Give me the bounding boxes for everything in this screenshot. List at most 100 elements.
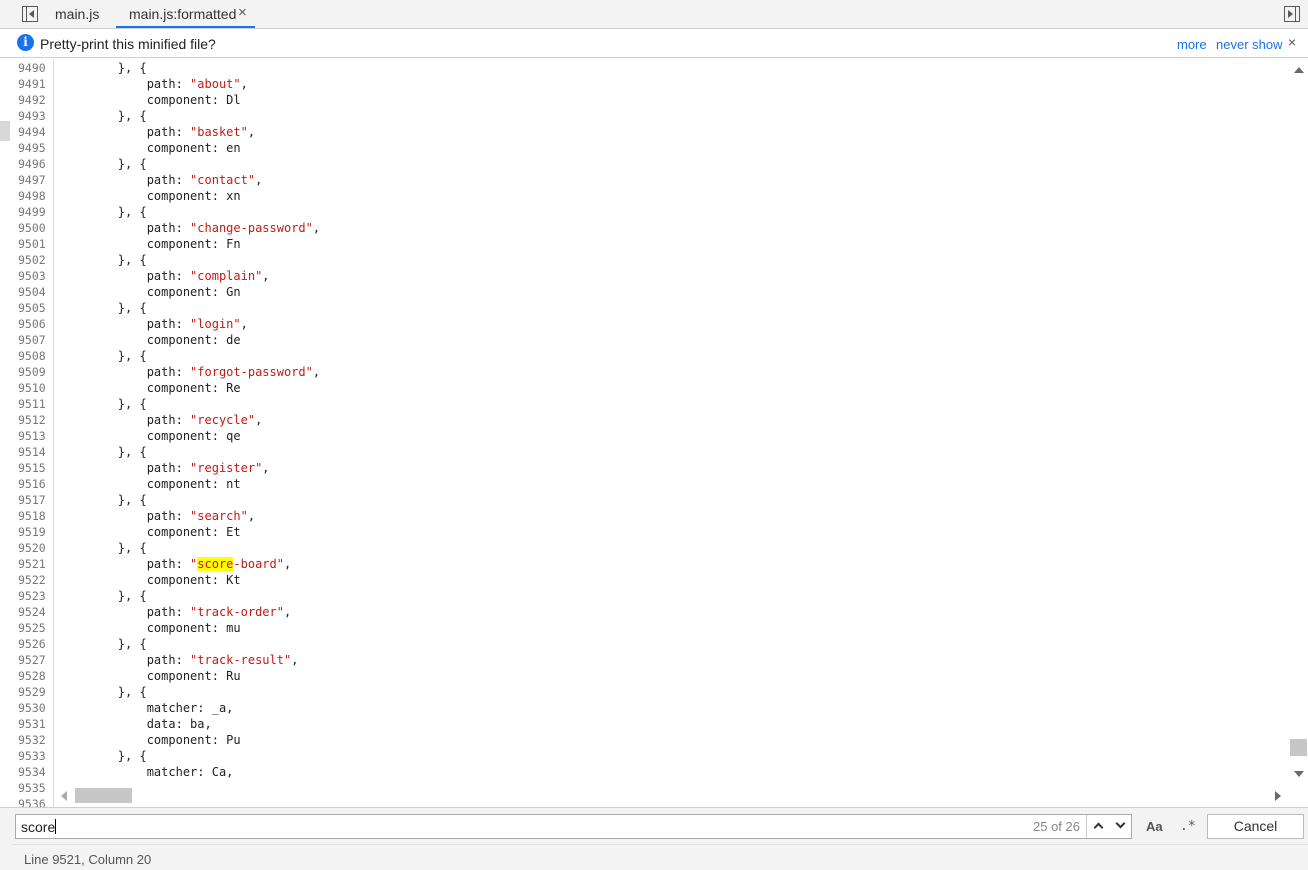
scroll-left-arrow-icon[interactable] (61, 791, 67, 801)
next-match-button[interactable] (1110, 815, 1132, 838)
code-token: path: (60, 605, 191, 619)
horizontal-scrollbar[interactable] (55, 786, 1288, 806)
code-token: path: (60, 269, 191, 283)
code-token: component: mu (60, 621, 241, 635)
pretty-print-infobar: i Pretty-print this minified file? more … (0, 29, 1308, 58)
active-tab-indicator (116, 26, 255, 28)
debugger-toggle-icon[interactable] (1284, 6, 1300, 22)
code-line: 9511 }, { (0, 396, 1289, 412)
infobar-never-show-link[interactable]: never show (1216, 37, 1282, 52)
code-token: path: (60, 125, 191, 139)
line-number: 9517 (18, 493, 46, 507)
code-token: }, { (60, 637, 147, 651)
code-line: 9500 path: "change-password", (0, 220, 1289, 236)
code-line: 9494 path: "basket", (0, 124, 1289, 140)
code-line: 9493 }, { (0, 108, 1289, 124)
code-token: component: Fn (60, 237, 241, 251)
code-token: , (255, 173, 263, 187)
code-token: path: (60, 365, 191, 379)
line-code: component: qe (60, 428, 241, 444)
string-token: "track-result" (190, 653, 292, 667)
tab-close-icon[interactable]: × (238, 3, 247, 23)
string-token: "search" (190, 509, 248, 523)
previous-match-button[interactable] (1088, 815, 1110, 838)
scroll-right-arrow-icon[interactable] (1275, 791, 1281, 801)
code-token: , (283, 557, 292, 571)
scroll-down-arrow-icon[interactable] (1294, 771, 1304, 777)
code-editor[interactable]: 9490 }, {9491 path: "about", 9492 compone… (0, 59, 1308, 807)
line-number: 9490 (18, 61, 46, 75)
line-number: 9499 (18, 205, 46, 219)
line-code: path: "track-order", (60, 604, 292, 620)
code-token: }, { (60, 61, 147, 75)
line-code: component: de (60, 332, 241, 348)
search-highlight: score (197, 557, 234, 571)
line-number: 9514 (18, 445, 46, 459)
line-number: 9530 (18, 701, 46, 715)
code-token: }, { (60, 541, 147, 555)
match-case-button[interactable]: Aa (1146, 819, 1163, 834)
line-code: }, { (60, 540, 147, 556)
code-line: 9497 path: "contact", (0, 172, 1289, 188)
infobar-message: Pretty-print this minified file? (40, 36, 216, 52)
line-number: 9503 (18, 269, 46, 283)
infobar-close-icon[interactable]: × (1288, 34, 1296, 50)
search-bar: score 25 of 26 Aa .* Cancel (0, 807, 1308, 844)
line-code: }, { (60, 300, 147, 316)
code-token: }, { (60, 109, 147, 123)
navigator-toggle-icon[interactable] (22, 6, 38, 22)
code-line: 9506 path: "login", (0, 316, 1289, 332)
line-number: 9498 (18, 189, 46, 203)
code-line: 9527 path: "track-result", (0, 652, 1289, 668)
line-code: path: "recycle", (60, 412, 263, 428)
code-token: }, { (60, 157, 147, 171)
line-code: path: "basket", (60, 124, 255, 140)
line-code: path: "score-board", (60, 556, 291, 572)
code-line: 9518 path: "search", (0, 508, 1289, 524)
line-code: path: "search", (60, 508, 255, 524)
search-input[interactable]: score 25 of 26 (15, 814, 1132, 839)
line-number: 9504 (18, 285, 46, 299)
code-token: , (262, 269, 270, 283)
string-token: "basket" (190, 125, 248, 139)
line-code: }, { (60, 684, 147, 700)
code-token: }, { (60, 685, 147, 699)
code-line: 9512 path: "recycle", (0, 412, 1289, 428)
search-query[interactable]: score (21, 819, 57, 835)
code-token: path: (60, 461, 191, 475)
code-token: , (291, 653, 299, 667)
line-number: 9535 (18, 781, 46, 795)
string-token: "contact" (190, 173, 256, 187)
line-code: component: en (60, 140, 241, 156)
horizontal-scroll-thumb[interactable] (75, 788, 132, 803)
regex-button[interactable]: .* (1180, 819, 1196, 834)
code-line: 9520 }, { (0, 540, 1289, 556)
line-number: 9529 (18, 685, 46, 699)
code-line: 9495 component: en (0, 140, 1289, 156)
line-code: data: ba, (60, 716, 212, 732)
code-line: 9531 data: ba, (0, 716, 1289, 732)
code-token: component: Re (60, 381, 241, 395)
infobar-more-link[interactable]: more (1177, 37, 1207, 52)
line-number: 9527 (18, 653, 46, 667)
line-number: 9495 (18, 141, 46, 155)
line-code: path: "complain", (60, 268, 270, 284)
vertical-scroll-thumb[interactable] (1290, 739, 1307, 756)
cancel-search-button[interactable]: Cancel (1207, 814, 1304, 839)
code-line: 9528 component: Ru (0, 668, 1289, 684)
code-token: , (247, 509, 256, 523)
line-number: 9531 (18, 717, 46, 731)
vertical-scrollbar[interactable] (1289, 59, 1308, 786)
line-code: }, { (60, 444, 147, 460)
tab-main-js[interactable]: main.js (55, 0, 99, 28)
line-number: 9521 (18, 557, 46, 571)
chevron-down-icon (1115, 818, 1126, 829)
code-token: component: de (60, 333, 241, 347)
code-line: 9498 component: xn (0, 188, 1289, 204)
code-line: 9523 }, { (0, 588, 1289, 604)
tab-main-js-formatted[interactable]: main.js:formatted (129, 0, 236, 28)
line-number: 9500 (18, 221, 46, 235)
chevron-up-icon (1093, 822, 1104, 833)
scroll-up-arrow-icon[interactable] (1294, 67, 1304, 73)
code-line: 9492 component: Dl (0, 92, 1289, 108)
